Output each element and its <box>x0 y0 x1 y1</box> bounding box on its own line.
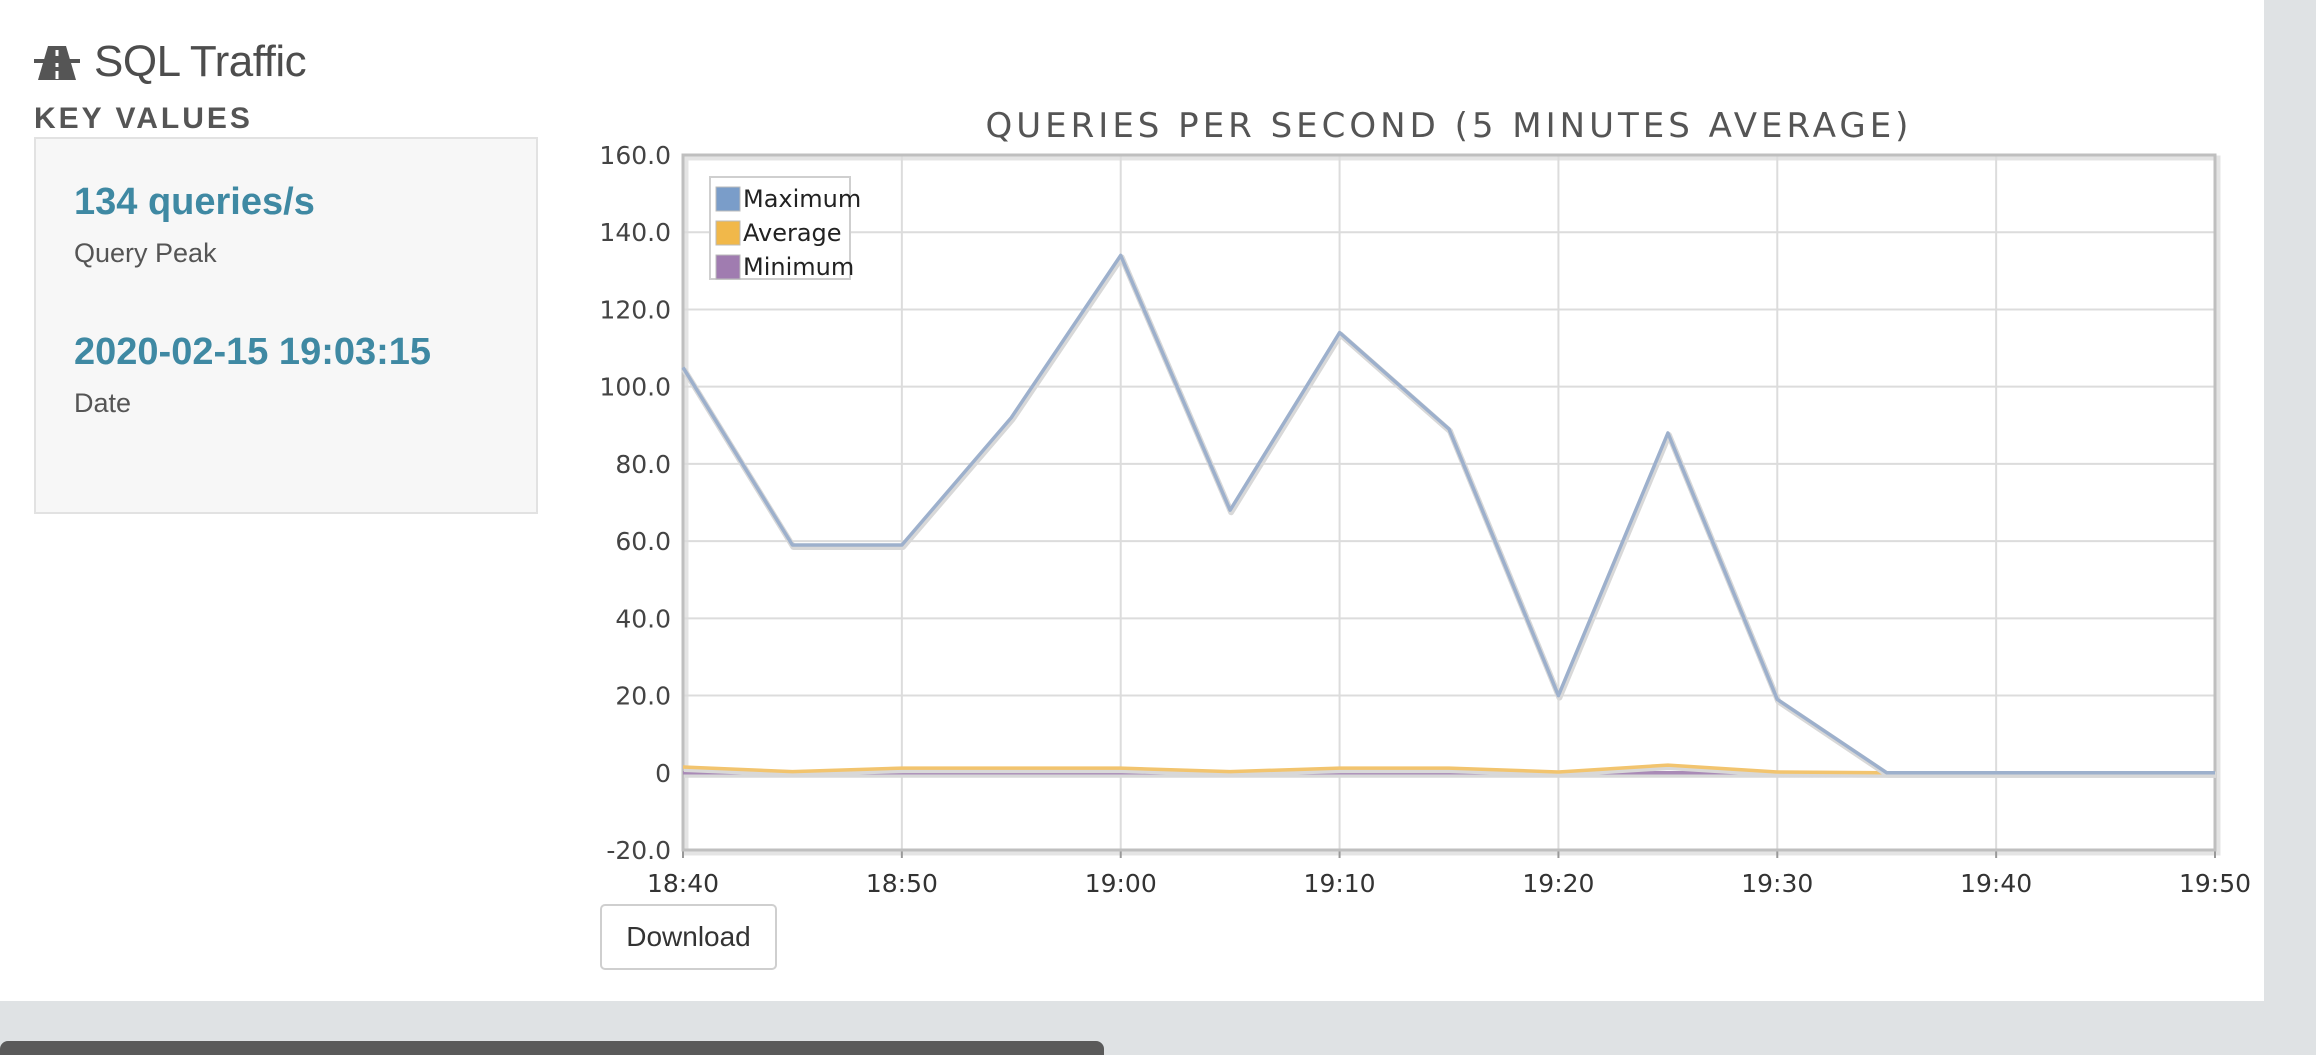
key-values-heading: KEY VALUES <box>34 102 253 135</box>
y-tick-label: 80.0 <box>615 450 671 479</box>
x-tick-label: 19:30 <box>1741 869 1813 898</box>
y-tick-label: 140.0 <box>599 218 671 247</box>
query-peak-value: 134 queries/s <box>74 181 315 223</box>
legend-label-maximum: Maximum <box>743 185 861 213</box>
plot-shadow <box>683 155 2221 856</box>
download-button[interactable]: Download <box>600 904 777 970</box>
y-tick-label: 0 <box>655 759 671 788</box>
y-tick-label: 60.0 <box>615 527 671 556</box>
peak-date-value: 2020-02-15 19:03:15 <box>74 331 432 373</box>
legend-swatch-average <box>715 220 741 246</box>
x-tick-label: 19:50 <box>2179 869 2251 898</box>
chart-legend: Maximum Average Minimum <box>709 176 861 281</box>
y-tick-label: 160.0 <box>599 141 671 170</box>
y-tick-label: 20.0 <box>615 682 671 711</box>
key-values-box: 134 queries/s Query Peak 2020-02-15 19:0… <box>34 137 538 514</box>
bottom-scrollbar[interactable] <box>0 1041 1104 1055</box>
plot-border <box>681 153 2217 852</box>
legend-label-minimum: Minimum <box>743 253 854 281</box>
x-tick-label: 19:00 <box>1085 869 1157 898</box>
legend-label-average: Average <box>743 219 842 247</box>
x-tick-label: 19:20 <box>1522 869 1594 898</box>
sql-traffic-panel: SQL Traffic KEY VALUES 134 queries/s Que… <box>0 0 2264 1001</box>
queries-per-second-chart: 160.0 140.0 120.0 100.0 80.0 60.0 40.0 20.0 0 -20… <box>599 106 2251 898</box>
y-tick-label: 40.0 <box>615 604 671 633</box>
legend-swatch-maximum <box>715 186 741 212</box>
peak-date-label: Date <box>74 388 132 418</box>
y-tick-label: 100.0 <box>599 373 671 402</box>
query-peak-label: Query Peak <box>74 238 217 268</box>
y-tick-label: -20.0 <box>606 836 671 865</box>
x-tick-label: 18:40 <box>647 869 719 898</box>
x-tick-label: 19:10 <box>1304 869 1376 898</box>
chart-title: QUERIES PER SECOND (5 MINUTES AVERAGE) <box>986 106 1913 146</box>
x-tick-label: 19:40 <box>1960 869 2032 898</box>
legend-swatch-minimum <box>715 254 741 280</box>
road-icon <box>34 46 80 80</box>
series-shadow <box>681 254 2216 778</box>
y-tick-label: 120.0 <box>599 295 671 324</box>
x-tick-label: 18:50 <box>866 869 938 898</box>
panel-header: SQL Traffic <box>34 34 307 90</box>
page-title: SQL Traffic <box>94 37 307 86</box>
